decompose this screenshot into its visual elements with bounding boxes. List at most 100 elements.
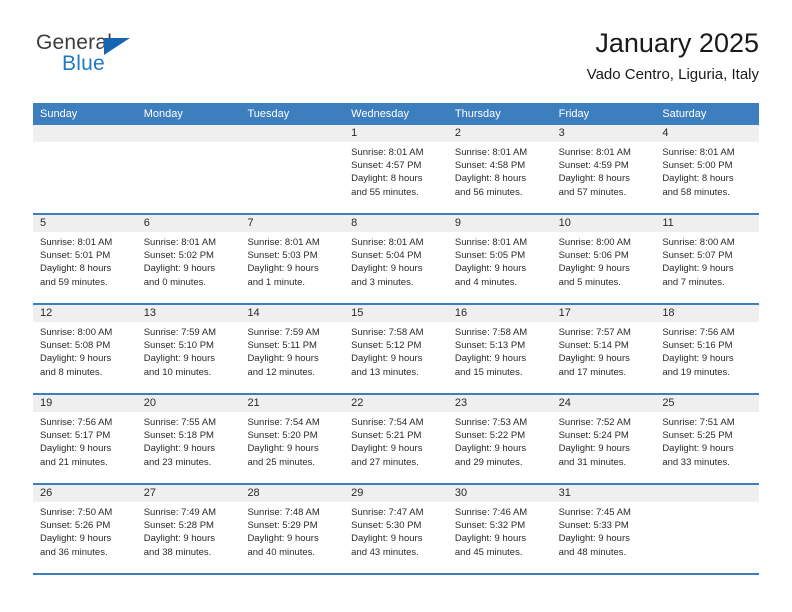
day-number: 1 [344,125,448,142]
day-detail-line: Daylight: 9 hours [558,263,630,275]
day-detail-line: and 45 minutes. [454,546,523,558]
day-details: Sunrise: 8:00 AM Sunset: 5:07 PM Daylight:… [655,232,759,289]
calendar-day-cell[interactable]: 18 Sunrise: 7:56 AM Sunset: 5:16 PM Dayligh… [655,305,760,393]
day-details: Sunrise: 8:01 AM Sunset: 5:02 PM Daylight:… [137,232,241,289]
calendar-day-cell[interactable]: 13 Sunrise: 7:59 AM Sunset: 5:10 PM Dayligh… [136,305,241,393]
day-detail-line: Sunset: 5:04 PM [351,250,422,262]
day-detail-line: Sunrise: 8:00 AM [662,237,735,248]
calendar-day-cell[interactable]: 12 Sunrise: 8:00 AM Sunset: 5:08 PM Dayligh… [33,305,137,393]
day-detail-line: Sunrise: 7:51 AM [662,417,735,428]
day-detail-line: Sunrise: 8:01 AM [143,237,217,248]
day-detail-line: Sunset: 5:30 PM [351,520,422,532]
day-details: Sunrise: 7:49 AM Sunset: 5:28 PM Daylight:… [137,502,241,559]
day-detail-line: Sunset: 5:08 PM [40,340,111,352]
day-details: Sunrise: 7:54 AM Sunset: 5:21 PM Daylight:… [344,412,448,469]
day-details: Sunrise: 7:46 AM Sunset: 5:32 PM Daylight:… [448,502,552,559]
day-number: 14 [240,305,345,322]
day-detail-line: Sunset: 5:03 PM [247,250,318,262]
calendar-day-cell[interactable]: 21 Sunrise: 7:54 AM Sunset: 5:20 PM Dayligh… [240,395,345,483]
day-details: Sunrise: 7:56 AM Sunset: 5:17 PM Daylight:… [33,412,137,469]
calendar-day-cell[interactable]: 4 Sunrise: 8:01 AM Sunset: 5:00 PM Daylight… [655,125,760,213]
calendar-day-cell[interactable]: 30 Sunrise: 7:46 AM Sunset: 5:32 PM Dayligh… [447,485,552,573]
calendar-day-cell[interactable]: 26 Sunrise: 7:50 AM Sunset: 5:26 PM Dayligh… [33,485,137,573]
calendar-day-cell[interactable]: 2 Sunrise: 8:01 AM Sunset: 4:58 PM Daylight… [447,125,552,213]
day-detail-line: and 13 minutes. [351,366,419,378]
calendar-day-cell[interactable]: 10 Sunrise: 8:00 AM Sunset: 5:06 PM Dayligh… [551,215,656,303]
calendar-day-cell[interactable]: 16 Sunrise: 7:58 AM Sunset: 5:13 PM Dayligh… [447,305,552,393]
calendar-day-cell[interactable]: 14 Sunrise: 7:59 AM Sunset: 5:11 PM Dayligh… [240,305,345,393]
day-detail-line: Daylight: 9 hours [247,353,319,365]
day-number: 12 [33,305,137,322]
calendar-day-cell[interactable]: 23 Sunrise: 7:53 AM Sunset: 5:22 PM Dayligh… [447,395,552,483]
day-number: 24 [551,395,656,412]
calendar-day-cell[interactable]: 29 Sunrise: 7:47 AM Sunset: 5:30 PM Dayligh… [344,485,448,573]
calendar-day-cell[interactable]: 3 Sunrise: 8:01 AM Sunset: 4:59 PM Daylight… [551,125,656,213]
day-details: Sunrise: 8:00 AM Sunset: 5:06 PM Daylight:… [552,232,656,289]
day-details: Sunrise: 7:45 AM Sunset: 5:33 PM Daylight:… [552,502,656,559]
day-number: 10 [551,215,656,232]
calendar-day-cell[interactable]: 1 Sunrise: 8:01 AM Sunset: 4:57 PM Daylight… [344,125,448,213]
calendar-day-cell[interactable]: 20 Sunrise: 7:55 AM Sunset: 5:18 PM Dayligh… [136,395,241,483]
day-number: 29 [344,485,448,502]
day-detail-line: Daylight: 8 hours [454,173,527,185]
day-detail-line: Sunset: 5:20 PM [247,430,318,442]
day-detail-line: and 33 minutes. [662,456,730,468]
day-detail-line: and 27 minutes. [351,456,419,468]
day-detail-line: Sunset: 5:14 PM [558,340,629,352]
day-detail-line: and 1 minute. [247,276,306,288]
day-detail-line: Daylight: 9 hours [143,353,216,365]
calendar-day-cell[interactable]: 25 Sunrise: 7:51 AM Sunset: 5:25 PM Dayligh… [655,395,760,483]
day-detail-line: Daylight: 9 hours [143,533,216,545]
day-detail-line: Sunrise: 7:45 AM [558,507,631,518]
day-details: Sunrise: 8:01 AM Sunset: 4:57 PM Daylight:… [344,142,448,199]
day-detail-line: and 57 minutes. [558,186,627,198]
day-detail-line: Sunset: 5:11 PM [247,340,317,352]
day-detail-line: Daylight: 9 hours [143,443,216,455]
calendar-day-cell[interactable]: 5 Sunrise: 8:01 AM Sunset: 5:01 PM Daylight… [33,215,137,303]
day-detail-line: Daylight: 8 hours [351,173,423,185]
day-details: Sunrise: 7:58 AM Sunset: 5:12 PM Daylight:… [344,322,448,379]
calendar-day-cell[interactable]: 31 Sunrise: 7:45 AM Sunset: 5:33 PM Dayligh… [551,485,656,573]
day-detail-line: and 40 minutes. [247,546,316,558]
calendar-day-cell[interactable]: 6 Sunrise: 8:01 AM Sunset: 5:02 PM Daylight… [136,215,241,303]
day-detail-line: Sunrise: 7:59 AM [247,327,320,338]
day-detail-line: Sunset: 4:58 PM [454,160,526,172]
calendar-day-cell[interactable]: 24 Sunrise: 7:52 AM Sunset: 5:24 PM Dayligh… [551,395,656,483]
day-detail-line: Sunset: 4:59 PM [558,160,629,172]
day-detail-line: Sunrise: 7:52 AM [558,417,631,428]
calendar-week-row: 26 Sunrise: 7:50 AM Sunset: 5:26 PM Dayligh… [33,485,760,575]
day-number: 23 [447,395,552,412]
day-detail-line: Sunrise: 8:01 AM [454,237,528,248]
calendar-day-cell[interactable]: 11 Sunrise: 8:00 AM Sunset: 5:07 PM Dayligh… [655,215,760,303]
calendar-day-cell[interactable]: 9 Sunrise: 8:01 AM Sunset: 5:05 PM Daylight… [447,215,552,303]
day-detail-line: Sunrise: 7:55 AM [143,417,217,428]
day-number: 22 [344,395,448,412]
calendar-day-cell[interactable]: 22 Sunrise: 7:54 AM Sunset: 5:21 PM Dayligh… [344,395,448,483]
calendar-day-cell[interactable]: 15 Sunrise: 7:58 AM Sunset: 5:12 PM Dayligh… [344,305,448,393]
calendar-grid: Sunday Monday Tuesday Wednesday Thursday Frid… [33,103,760,575]
calendar-day-cell[interactable]: 7 Sunrise: 8:01 AM Sunset: 5:03 PM Daylight… [240,215,345,303]
weekday-header-saturday: Saturday [662,108,707,120]
calendar-week-row: 5 Sunrise: 8:01 AM Sunset: 5:01 PM Daylight… [33,215,760,305]
weekday-header-tuesday: Tuesday [247,108,290,120]
day-detail-line: Sunrise: 7:56 AM [40,417,113,428]
day-detail-line: and 58 minutes. [662,186,730,198]
day-number: 8 [344,215,448,232]
day-details: Sunrise: 7:55 AM Sunset: 5:18 PM Daylight:… [137,412,241,469]
day-number: 19 [33,395,137,412]
calendar-day-cell[interactable]: 17 Sunrise: 7:57 AM Sunset: 5:14 PM Dayligh… [551,305,656,393]
day-detail-line: Sunset: 5:17 PM [40,430,111,442]
day-detail-line: Sunrise: 8:01 AM [454,147,528,158]
day-detail-line: Sunrise: 8:01 AM [662,147,735,158]
calendar-day-cell[interactable]: 28 Sunrise: 7:48 AM Sunset: 5:29 PM Dayligh… [240,485,345,573]
day-detail-line: Sunset: 5:33 PM [558,520,629,532]
day-detail-line: Sunset: 5:25 PM [662,430,733,442]
page-header: General Blue January 2025 Vado Centro, L… [33,28,759,98]
day-detail-line: and 25 minutes. [247,456,316,468]
day-detail-line: Daylight: 9 hours [143,263,216,275]
day-detail-line: Sunset: 5:26 PM [40,520,111,532]
calendar-day-cell[interactable]: 19 Sunrise: 7:56 AM Sunset: 5:17 PM Dayligh… [33,395,137,483]
day-details: Sunrise: 8:01 AM Sunset: 5:03 PM Daylight:… [240,232,344,289]
calendar-day-cell[interactable]: 8 Sunrise: 8:01 AM Sunset: 5:04 PM Daylight… [344,215,448,303]
calendar-day-cell[interactable]: 27 Sunrise: 7:49 AM Sunset: 5:28 PM Dayligh… [136,485,241,573]
